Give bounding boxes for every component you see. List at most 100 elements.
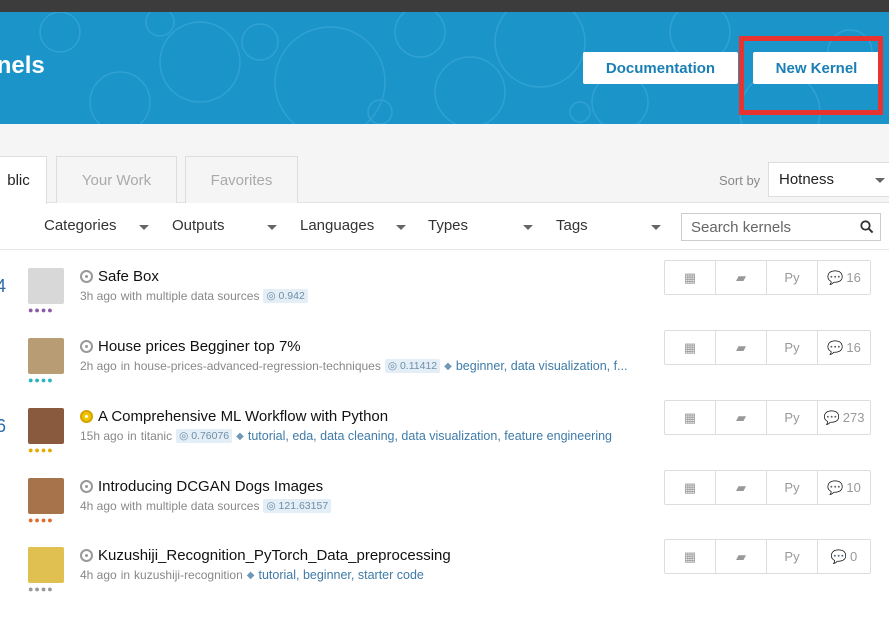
comment-count: 16 — [846, 340, 861, 355]
comment-icon: 💬 — [827, 339, 844, 355]
kernel-tags[interactable]: tutorial, beginner, starter code — [258, 568, 423, 582]
kernel-title-line[interactable]: Safe Box — [80, 268, 159, 285]
filter-languages[interactable]: Languages — [300, 217, 374, 234]
kernel-row[interactable]: ●●●● House prices Begginer top 7% 2h ago… — [0, 330, 889, 408]
comments-button[interactable]: 💬 0 — [818, 540, 870, 573]
filter-outputs[interactable]: Outputs — [172, 217, 225, 234]
kernel-meta: 4h ago with multiple data sources ◎ 121.… — [80, 499, 332, 513]
notebook-icon[interactable]: ▰ — [716, 471, 767, 504]
author-tier-dots: ●●●● — [28, 445, 54, 455]
browser-top-bar — [0, 0, 889, 12]
kernel-actions: ▦ ▰ Py 💬 0 — [664, 539, 871, 574]
kernel-tags[interactable]: beginner, data visualization, f... — [456, 359, 628, 373]
kernel-row[interactable]: 6 ●●●● A Comprehensive ML Workflow with … — [0, 400, 889, 478]
notebook-icon[interactable]: ▰ — [716, 540, 767, 573]
score-badge: ◎ 121.63157 — [263, 499, 332, 513]
output-icon[interactable]: ▦ — [665, 261, 716, 294]
comments-button[interactable]: 💬 16 — [818, 261, 870, 294]
notebook-icon[interactable]: ▰ — [716, 261, 767, 294]
tag-icon: ◆ — [444, 360, 452, 372]
sort-select[interactable]: Hotness — [768, 162, 889, 197]
chevron-down-icon — [875, 178, 885, 183]
filter-types[interactable]: Types — [428, 217, 468, 234]
kernel-source-prefix: with — [120, 499, 143, 513]
avatar[interactable] — [28, 547, 64, 583]
notebook-icon[interactable]: ▰ — [716, 401, 767, 434]
search-input[interactable]: Search kernels — [681, 213, 881, 241]
kernel-actions: ▦ ▰ Py 💬 16 — [664, 330, 871, 365]
language-badge[interactable]: Py — [767, 540, 818, 573]
language-badge[interactable]: Py — [767, 471, 818, 504]
comment-count: 16 — [846, 270, 861, 285]
kernel-time: 3h ago — [80, 289, 117, 303]
kernel-title[interactable]: House prices Begginer top 7% — [98, 338, 301, 355]
output-icon[interactable]: ▦ — [665, 331, 716, 364]
author-tier-dots: ●●●● — [28, 515, 54, 525]
output-icon[interactable]: ▦ — [665, 471, 716, 504]
kernels-header-banner: ernels Documentation New Kernel — [0, 12, 889, 124]
comment-icon: 💬 — [830, 548, 847, 564]
kernel-actions: ▦ ▰ Py 💬 10 — [664, 470, 871, 505]
kernel-meta: 4h ago in kuzushiji-recognition ◆ tutoria… — [80, 568, 424, 582]
kernel-row[interactable]: 4 ●●●● Safe Box 3h ago with multiple dat… — [0, 260, 889, 338]
kernel-title-line[interactable]: House prices Begginer top 7% — [80, 338, 301, 355]
kernel-source[interactable]: titanic — [141, 429, 172, 443]
kernel-title-line[interactable]: Kuzushiji_Recognition_PyTorch_Data_prepr… — [80, 547, 451, 564]
avatar[interactable] — [28, 408, 64, 444]
language-badge[interactable]: Py — [767, 331, 818, 364]
chevron-down-icon — [396, 225, 406, 230]
kernel-title-line[interactable]: A Comprehensive ML Workflow with Python — [80, 408, 388, 425]
avatar[interactable] — [28, 338, 64, 374]
comments-button[interactable]: 💬 16 — [818, 331, 870, 364]
kernel-source-prefix: in — [127, 429, 137, 443]
language-badge[interactable]: Py — [767, 261, 818, 294]
filters-bar: Categories Outputs Languages Types Tags … — [0, 204, 889, 250]
kernel-rank: 6 — [0, 416, 7, 436]
kernel-source-prefix: with — [120, 289, 143, 303]
filter-categories[interactable]: Categories — [44, 217, 117, 234]
kernel-source[interactable]: multiple data sources — [146, 499, 259, 513]
page-title: ernels — [0, 52, 45, 79]
tabs-bar: blic Your Work Favorites Sort by Hotness — [0, 124, 889, 204]
kernel-title-line[interactable]: Introducing DCGAN Dogs Images — [80, 478, 323, 495]
tab-public[interactable]: blic — [0, 156, 47, 204]
kernel-meta: 3h ago with multiple data sources ◎ 0.94… — [80, 289, 308, 303]
chevron-down-icon — [651, 225, 661, 230]
kernel-title[interactable]: Introducing DCGAN Dogs Images — [98, 478, 323, 495]
tab-favorites[interactable]: Favorites — [185, 156, 298, 203]
documentation-button[interactable]: Documentation — [583, 52, 738, 84]
tab-your-work[interactable]: Your Work — [56, 156, 177, 203]
comments-button[interactable]: 💬 10 — [818, 471, 870, 504]
filter-tags[interactable]: Tags — [556, 217, 588, 234]
score-badge: ◎ 0.76076 — [176, 429, 233, 443]
comment-count: 273 — [842, 410, 865, 425]
kernel-title[interactable]: Safe Box — [98, 268, 159, 285]
kernel-source-prefix: in — [120, 568, 131, 582]
output-icon[interactable]: ▦ — [665, 540, 716, 573]
kernel-tags[interactable]: tutorial, eda, data cleaning, data visua… — [248, 429, 612, 443]
search-icon[interactable] — [860, 220, 874, 234]
kernel-title[interactable]: Kuzushiji_Recognition_PyTorch_Data_prepr… — [98, 547, 451, 564]
output-icon[interactable]: ▦ — [665, 401, 716, 434]
new-kernel-highlight-box — [739, 36, 883, 115]
medal-icon — [80, 410, 93, 423]
kernel-row[interactable]: ●●●● Kuzushiji_Recognition_PyTorch_Data_… — [0, 539, 889, 617]
score-badge: ◎ 0.11412 — [384, 359, 441, 373]
kernel-meta: 2h ago in house-prices-advanced-regressi… — [80, 359, 627, 373]
tag-icon: ◆ — [246, 569, 255, 581]
kernel-source[interactable]: house-prices-advanced-regression-techniq… — [134, 359, 381, 373]
chevron-down-icon — [523, 225, 533, 230]
notebook-icon[interactable]: ▰ — [716, 331, 767, 364]
tag-icon: ◆ — [236, 430, 244, 442]
kernel-source[interactable]: multiple data sources — [146, 289, 259, 303]
avatar[interactable] — [28, 478, 64, 514]
medal-icon — [80, 549, 93, 562]
avatar[interactable] — [28, 268, 64, 304]
kernel-title[interactable]: A Comprehensive ML Workflow with Python — [98, 408, 388, 425]
kernel-row[interactable]: ●●●● Introducing DCGAN Dogs Images 4h ag… — [0, 470, 889, 548]
kernel-source[interactable]: kuzushiji-recognition — [134, 568, 243, 582]
language-badge[interactable]: Py — [767, 401, 818, 434]
kernel-actions: ▦ ▰ Py 💬 16 — [664, 260, 871, 295]
comments-button[interactable]: 💬 273 — [818, 401, 870, 434]
comment-count: 10 — [846, 480, 861, 495]
